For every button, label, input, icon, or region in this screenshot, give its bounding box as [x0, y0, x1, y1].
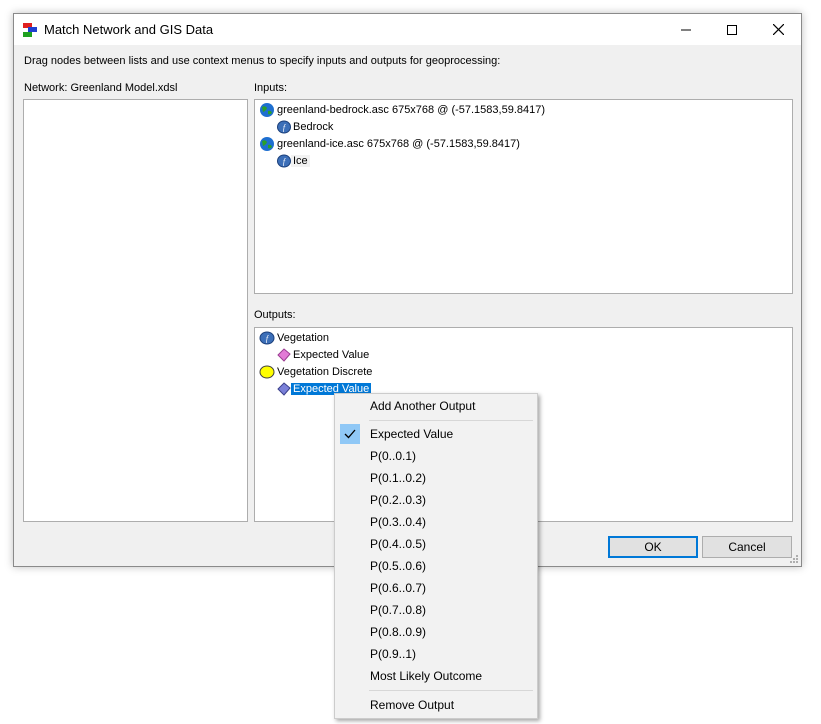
menu-item-add-output[interactable]: Add Another Output — [337, 395, 535, 417]
input-node-row[interactable]: f Ice — [277, 152, 310, 169]
value-diamond-icon — [277, 347, 291, 362]
menu-item-label: P(0.5..0.6) — [370, 559, 427, 573]
menu-item-probability[interactable]: P(0.5..0.6) — [337, 555, 535, 577]
menu-item-probability[interactable]: P(0.4..0.5) — [337, 533, 535, 555]
output-value-label: Expected Value — [293, 348, 370, 361]
check-icon — [340, 424, 360, 444]
menu-item-label: Remove Output — [370, 698, 455, 712]
menu-item-label: Expected Value — [370, 427, 454, 441]
menu-item-probability[interactable]: P(0.3..0.4) — [337, 511, 535, 533]
title-bar[interactable]: Match Network and GIS Data — [14, 14, 801, 45]
function-node-icon: f — [277, 120, 291, 133]
network-app-icon — [23, 23, 37, 37]
menu-item-label: P(0.9..1) — [370, 647, 417, 661]
input-file-row[interactable]: greenland-bedrock.asc 675x768 @ (-57.158… — [259, 101, 547, 118]
value-diamond-icon — [277, 381, 291, 396]
instruction-text: Drag nodes between lists and use context… — [24, 55, 501, 67]
menu-item-probability[interactable]: P(0.6..0.7) — [337, 577, 535, 599]
menu-item-label: P(0.4..0.5) — [370, 537, 427, 551]
menu-item-label: P(0.8..0.9) — [370, 625, 427, 639]
menu-separator — [369, 420, 533, 421]
menu-item-probability[interactable]: P(0.8..0.9) — [337, 621, 535, 643]
outputs-label: Outputs: — [254, 309, 296, 321]
maximize-icon — [727, 24, 737, 35]
close-icon — [772, 24, 784, 35]
minimize-button[interactable] — [663, 14, 709, 45]
output-value-row[interactable]: Expected Value — [277, 346, 371, 363]
globe-icon — [260, 136, 274, 151]
menu-separator — [369, 690, 533, 691]
window-title: Match Network and GIS Data — [44, 22, 214, 37]
network-node-list[interactable] — [23, 99, 248, 522]
menu-item-probability[interactable]: P(0.9..1) — [337, 643, 535, 665]
globe-icon — [260, 102, 274, 117]
menu-item-label: P(0.1..0.2) — [370, 471, 427, 485]
output-node-label: Vegetation Discrete — [277, 365, 373, 378]
menu-item-label: Add Another Output — [370, 399, 476, 413]
cancel-button[interactable]: Cancel — [702, 536, 792, 558]
maximize-button[interactable] — [709, 14, 755, 45]
function-node-icon: f — [277, 154, 291, 167]
menu-item-label: P(0.3..0.4) — [370, 515, 427, 529]
menu-item-probability[interactable]: P(0.7..0.8) — [337, 599, 535, 621]
inputs-label: Inputs: — [254, 82, 288, 94]
input-file-label: greenland-bedrock.asc 675x768 @ (-57.158… — [277, 103, 546, 116]
menu-item-most-likely-outcome[interactable]: Most Likely Outcome — [337, 665, 535, 687]
output-node-row[interactable]: Vegetation Discrete — [259, 363, 374, 380]
menu-item-label: P(0.6..0.7) — [370, 581, 427, 595]
menu-item-remove-output[interactable]: Remove Output — [337, 694, 535, 716]
menu-item-label: P(0.7..0.8) — [370, 603, 427, 617]
output-node-label: Vegetation — [277, 331, 329, 344]
function-node-icon: f — [259, 331, 275, 344]
output-node-row[interactable]: f Vegetation — [259, 329, 331, 346]
input-node-label: Ice — [291, 154, 310, 167]
network-label: Network: Greenland Model.xdsl — [24, 82, 178, 94]
input-file-label: greenland-ice.asc 675x768 @ (-57.1583,59… — [277, 137, 520, 150]
input-node-label: Bedrock — [293, 120, 334, 133]
input-node-row[interactable]: f Bedrock — [277, 118, 335, 135]
menu-item-label: Most Likely Outcome — [370, 669, 483, 683]
menu-item-probability[interactable]: P(0..0.1) — [337, 445, 535, 467]
context-menu: Add Another Output Expected Value P(0..0… — [334, 393, 538, 719]
ok-button[interactable]: OK — [608, 536, 698, 558]
inputs-list[interactable]: greenland-bedrock.asc 675x768 @ (-57.158… — [254, 99, 793, 294]
menu-item-label: P(0..0.1) — [370, 449, 417, 463]
menu-item-expected-value[interactable]: Expected Value — [337, 423, 535, 445]
menu-item-probability[interactable]: P(0.2..0.3) — [337, 489, 535, 511]
close-button[interactable] — [755, 14, 801, 45]
input-file-row[interactable]: greenland-ice.asc 675x768 @ (-57.1583,59… — [259, 135, 522, 152]
resize-grip-icon[interactable] — [789, 554, 799, 564]
chance-node-icon — [259, 365, 275, 378]
minimize-icon — [681, 29, 691, 30]
menu-item-probability[interactable]: P(0.1..0.2) — [337, 467, 535, 489]
menu-item-label: P(0.2..0.3) — [370, 493, 427, 507]
